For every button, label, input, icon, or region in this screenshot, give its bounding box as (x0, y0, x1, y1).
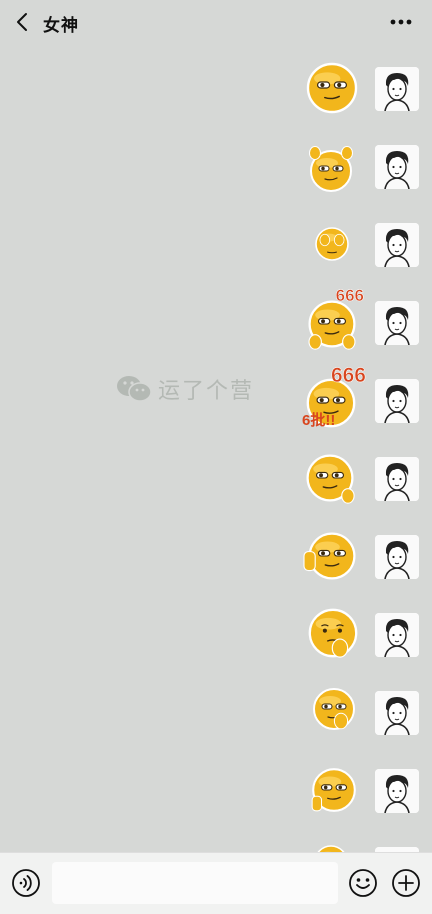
message-row (0, 56, 432, 134)
pray-side-emoji-icon (306, 684, 362, 739)
chevron-left-icon (15, 12, 29, 32)
watermark-text: 运了个营 (158, 373, 254, 405)
smiley-icon (348, 868, 378, 898)
more-functions-button[interactable] (391, 868, 421, 898)
chat-area[interactable]: 666 6666批!! (0, 44, 432, 852)
watermark: 运了个营 (116, 373, 254, 405)
sticker-hands-on-head[interactable] (304, 146, 358, 196)
user-avatar[interactable] (375, 769, 419, 813)
message-row (0, 758, 432, 836)
input-bar (0, 852, 432, 914)
smirk-emoji-icon (300, 842, 362, 852)
wechat-logo-icon (116, 375, 152, 403)
user-avatar[interactable] (375, 613, 419, 657)
user-avatar[interactable] (375, 535, 419, 579)
ok-hand-emoji-icon (300, 450, 360, 511)
user-avatar[interactable] (375, 223, 419, 267)
emoji-button[interactable] (348, 868, 378, 898)
sticker-smirk-face[interactable] (302, 58, 362, 118)
message-input[interactable] (52, 862, 338, 904)
sticker-face-cover[interactable] (312, 224, 352, 264)
sticker-ok-hand[interactable] (300, 450, 360, 506)
voice-icon (11, 868, 41, 898)
back-button[interactable] (10, 10, 34, 34)
hands-on-head-emoji-icon (304, 146, 358, 201)
user-avatar[interactable] (375, 691, 419, 735)
voice-button[interactable] (11, 868, 41, 898)
sticker-caption: 666 (331, 364, 366, 388)
message-row (0, 524, 432, 602)
chat-title: 女神 (43, 11, 79, 36)
more-dots-icon (390, 19, 412, 25)
message-row (0, 212, 432, 290)
sticker-666-thumbs[interactable]: 666 (304, 296, 360, 352)
message-row (0, 290, 432, 368)
message-row (0, 602, 432, 680)
message-row (0, 446, 432, 524)
user-avatar[interactable] (375, 457, 419, 501)
smirk-emoji-icon (302, 58, 362, 123)
sticker-peace[interactable] (306, 764, 362, 816)
wave-emoji-icon (302, 528, 362, 589)
sticker-wave-hand[interactable] (302, 528, 362, 584)
user-avatar[interactable] (375, 301, 419, 345)
more-button[interactable] (388, 14, 414, 30)
user-avatar[interactable] (375, 145, 419, 189)
sticker-caption: 666 (336, 286, 364, 306)
sticker-pray-sad[interactable] (304, 604, 362, 662)
message-row (0, 836, 432, 852)
face-cover-emoji-icon (312, 224, 352, 269)
sticker-pray-side[interactable] (306, 684, 362, 734)
top-bar: 女神 (0, 0, 432, 44)
pray-emoji-icon (304, 604, 362, 667)
sticker-partial[interactable] (300, 842, 362, 852)
user-avatar[interactable] (375, 67, 419, 111)
sticker-666-niubi[interactable]: 6666批!! (300, 374, 362, 432)
message-row (0, 680, 432, 758)
peace-emoji-icon (306, 764, 362, 821)
message-row (0, 134, 432, 212)
sticker-caption-bottom: 6批!! (302, 409, 335, 430)
user-avatar[interactable] (375, 379, 419, 423)
plus-circle-icon (391, 868, 421, 898)
